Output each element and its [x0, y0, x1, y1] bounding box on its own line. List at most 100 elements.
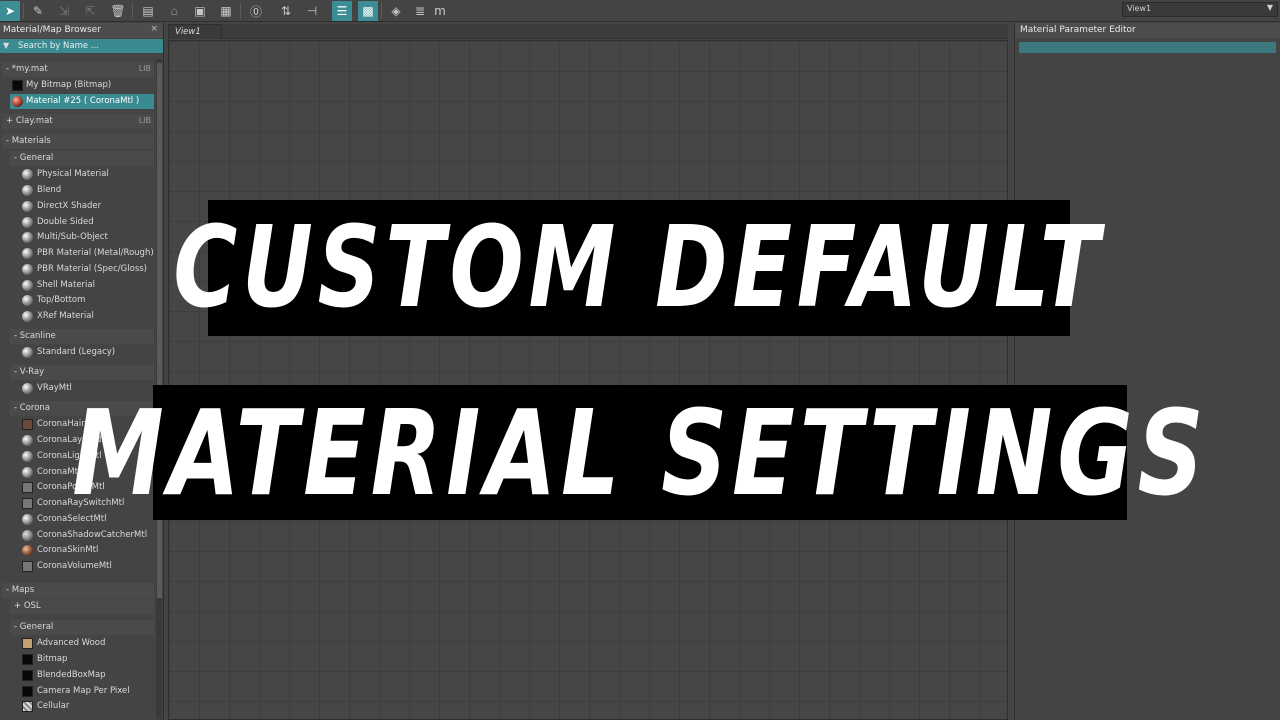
group-maps-general[interactable]: - General	[10, 620, 154, 635]
browser-title-bar: Material/Map Browser ×	[0, 23, 163, 38]
library-clay-mat[interactable]: + Clay.mat LIB	[2, 114, 154, 129]
volume-material-icon	[22, 561, 33, 572]
browser-title: Material/Map Browser	[3, 25, 101, 35]
list-item-label: Double Sided	[37, 217, 94, 227]
m-icon[interactable]: m	[430, 1, 450, 21]
list-item[interactable]: Cellular	[20, 699, 154, 714]
list-item[interactable]: Blend	[20, 183, 154, 198]
list-item[interactable]: Standard (Legacy)	[20, 345, 154, 360]
list-item-label: PBR Material (Spec/Gloss)	[37, 264, 147, 274]
material-sphere-icon	[22, 545, 33, 556]
layout-icon[interactable]: ▤	[138, 1, 158, 21]
param-editor-title: Material Parameter Editor	[1015, 23, 1280, 38]
map-swatch-icon	[22, 686, 33, 697]
search-input[interactable]: Search by Name ...	[18, 41, 99, 51]
list-item[interactable]: PBR Material (Spec/Gloss)	[20, 262, 154, 277]
library-my-mat[interactable]: - *my.mat LIB	[2, 62, 154, 77]
list-item-selected[interactable]: Material #25 ( CoronaMtl )	[10, 94, 154, 109]
library-toggle: +	[6, 116, 14, 126]
group-general[interactable]: - General	[10, 151, 154, 166]
list-item-label: My Bitmap (Bitmap)	[26, 80, 112, 90]
select-arrow-icon[interactable]: ➤	[0, 1, 20, 21]
list-item[interactable]: Shell Material	[20, 278, 154, 293]
list-item-label: Shell Material	[37, 280, 95, 290]
box-icon[interactable]: ▣	[190, 1, 210, 21]
view-dropdown[interactable]: View1 ▼	[1122, 2, 1278, 17]
list-item[interactable]: My Bitmap (Bitmap)	[10, 78, 154, 93]
material-sphere-icon	[22, 383, 33, 394]
material-sphere-icon	[22, 201, 33, 212]
layout-list-icon[interactable]: ☰	[332, 1, 352, 21]
node-view-canvas[interactable]	[168, 40, 1008, 720]
list-item[interactable]: PBR Material (Metal/Rough)	[20, 246, 154, 261]
material-sphere-icon	[12, 96, 23, 107]
main-toolbar: ➤ ✎ ⇲ ⇱ 🗑 ▤ ⌂ ▣ ▦ ⓪ ⇅ ⊣ ☰ ▩ ◈ ≣ m View1 …	[0, 0, 1280, 22]
group-vray[interactable]: - V-Ray	[10, 365, 154, 380]
assign-material-icon[interactable]: ⇱	[80, 1, 100, 21]
delete-icon[interactable]: 🗑	[108, 1, 128, 21]
material-sphere-icon	[22, 232, 33, 243]
maps-header[interactable]: - Maps	[2, 583, 154, 598]
list-item[interactable]: Top/Bottom	[20, 293, 154, 308]
title-line2: MATERIAL SETTINGS	[71, 383, 1209, 522]
list-item[interactable]: Camera Map Per Pixel	[20, 684, 154, 699]
hair-material-icon	[22, 419, 33, 430]
rayswitch-material-icon	[22, 498, 33, 509]
list-item-label: DirectX Shader	[37, 201, 102, 211]
materials-header[interactable]: - Materials	[2, 134, 154, 149]
list-item-label: Advanced Wood	[37, 638, 106, 648]
portal-material-icon	[22, 482, 33, 493]
material-map-browser: Material/Map Browser × ▼ Search by Name …	[0, 23, 164, 720]
list-item-label: BlendedBoxMap	[37, 670, 106, 680]
list-item[interactable]: Bitmap	[20, 652, 154, 667]
list-item-label: Bitmap	[37, 654, 68, 664]
cellular-map-icon	[22, 701, 33, 712]
list-item-label: Standard (Legacy)	[37, 347, 116, 357]
toolbar-separator	[381, 3, 382, 19]
eyedropper-icon[interactable]: ✎	[28, 1, 48, 21]
move-children-icon[interactable]: ⌂	[164, 1, 184, 21]
layout-children-icon[interactable]: ⇅	[276, 1, 296, 21]
list-item[interactable]: Double Sided	[20, 215, 154, 230]
list-item[interactable]: BlendedBoxMap	[20, 668, 154, 683]
wood-map-icon	[22, 638, 33, 649]
param-editor-header-bar	[1019, 42, 1276, 53]
list-item[interactable]: Multi/Sub-Object	[20, 230, 154, 245]
list-item-label: PBR Material (Metal/Rough)	[37, 248, 154, 258]
search-row[interactable]: ▼ Search by Name ...	[0, 39, 163, 53]
layers-icon[interactable]: ≣	[410, 1, 430, 21]
navigator-icon[interactable]: ⊣	[302, 1, 322, 21]
pick-material-icon[interactable]: ⇲	[54, 1, 74, 21]
list-item-label: Physical Material	[37, 169, 109, 179]
list-item[interactable]: DirectX Shader	[20, 199, 154, 214]
checker-icon[interactable]: ▦	[216, 1, 236, 21]
material-sphere-icon	[22, 514, 33, 525]
group-scanline[interactable]: - Scanline	[10, 329, 154, 344]
material-sphere-icon	[22, 467, 33, 478]
background-checker-icon[interactable]: ▩	[358, 1, 378, 21]
list-item[interactable]: XRef Material	[20, 309, 154, 324]
title-banner-line1: CUSTOM DEFAULT	[174, 200, 1100, 336]
bitmap-swatch-icon	[22, 654, 33, 665]
chevron-down-icon[interactable]: ▼	[3, 41, 9, 50]
material-sphere-icon	[22, 451, 33, 462]
material-sphere-icon	[22, 530, 33, 541]
close-icon[interactable]: ×	[150, 24, 158, 34]
tab-view1[interactable]: View1	[168, 24, 222, 39]
select-node-icon[interactable]: ◈	[386, 1, 406, 21]
toolbar-separator	[23, 3, 24, 19]
material-sphere-icon	[22, 169, 33, 180]
zero-icon[interactable]: ⓪	[246, 1, 266, 21]
list-item[interactable]: CoronaSkinMtl	[20, 543, 154, 558]
library-tag: LIB	[138, 64, 151, 73]
list-item[interactable]: Physical Material	[20, 167, 154, 182]
list-item[interactable]: CoronaShadowCatcherMtl	[20, 528, 154, 543]
library-name: Clay.mat	[15, 116, 53, 126]
toolbar-separator	[132, 3, 133, 19]
library-name: *my.mat	[11, 64, 48, 74]
list-item-label: Material #25 ( CoronaMtl )	[26, 96, 140, 106]
list-item-label: Cellular	[37, 701, 70, 711]
list-item[interactable]: Advanced Wood	[20, 636, 154, 651]
list-item[interactable]: CoronaVolumeMtl	[20, 559, 154, 574]
group-osl[interactable]: + OSL	[10, 599, 154, 614]
